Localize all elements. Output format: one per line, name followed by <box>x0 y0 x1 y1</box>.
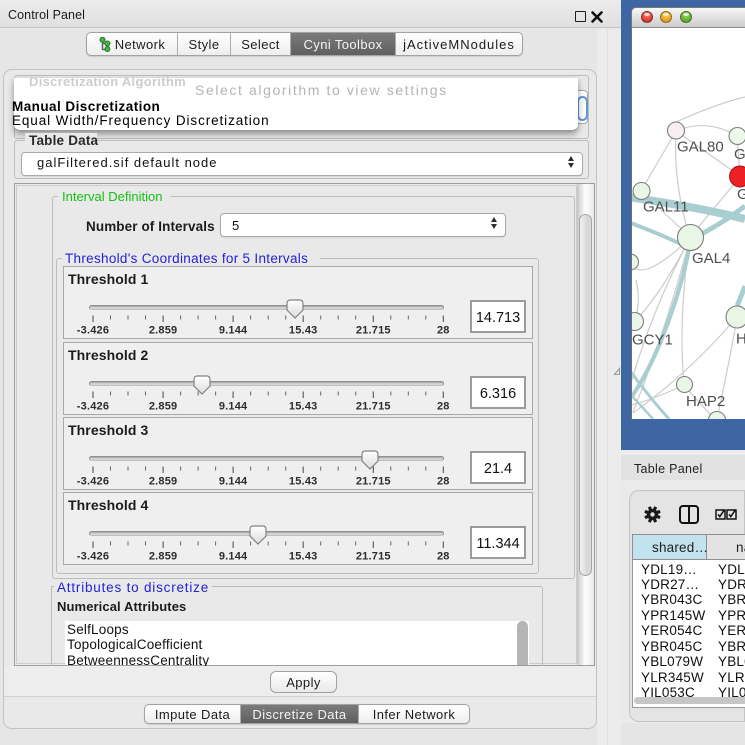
svg-text:HAP2: HAP2 <box>686 393 725 410</box>
svg-text:-3.426: -3.426 <box>77 551 109 563</box>
svg-text:2.859: 2.859 <box>149 325 178 337</box>
svg-text:28: 28 <box>437 401 450 413</box>
svg-text:21.715: 21.715 <box>356 476 391 488</box>
svg-text:H: H <box>736 331 745 348</box>
svg-text:15.43: 15.43 <box>289 551 318 563</box>
svg-text:GCY1: GCY1 <box>632 332 673 349</box>
svg-text:9.144: 9.144 <box>219 551 248 563</box>
svg-text:9.144: 9.144 <box>219 325 248 337</box>
svg-text:9.144: 9.144 <box>219 476 248 488</box>
svg-text:28: 28 <box>437 325 450 337</box>
svg-text:15.43: 15.43 <box>289 476 318 488</box>
svg-text:-3.426: -3.426 <box>77 401 109 413</box>
svg-text:21.715: 21.715 <box>356 325 391 337</box>
svg-text:9.144: 9.144 <box>219 401 248 413</box>
svg-text:28: 28 <box>437 551 450 563</box>
svg-text:GAL4: GAL4 <box>692 250 730 267</box>
svg-text:15.43: 15.43 <box>289 401 318 413</box>
svg-text:21.715: 21.715 <box>356 551 391 563</box>
svg-text:21.715: 21.715 <box>356 401 391 413</box>
svg-text:GA: GA <box>734 146 745 163</box>
svg-text:GAL80: GAL80 <box>677 139 724 156</box>
svg-text:-3.426: -3.426 <box>77 476 109 488</box>
svg-text:28: 28 <box>437 476 450 488</box>
svg-text:2.859: 2.859 <box>149 551 178 563</box>
svg-text:G: G <box>737 186 745 203</box>
svg-text:2.859: 2.859 <box>149 401 178 413</box>
svg-text:-3.426: -3.426 <box>77 325 109 337</box>
svg-text:GAL11: GAL11 <box>643 199 689 216</box>
svg-text:15.43: 15.43 <box>289 325 318 337</box>
svg-text:2.859: 2.859 <box>149 476 178 488</box>
